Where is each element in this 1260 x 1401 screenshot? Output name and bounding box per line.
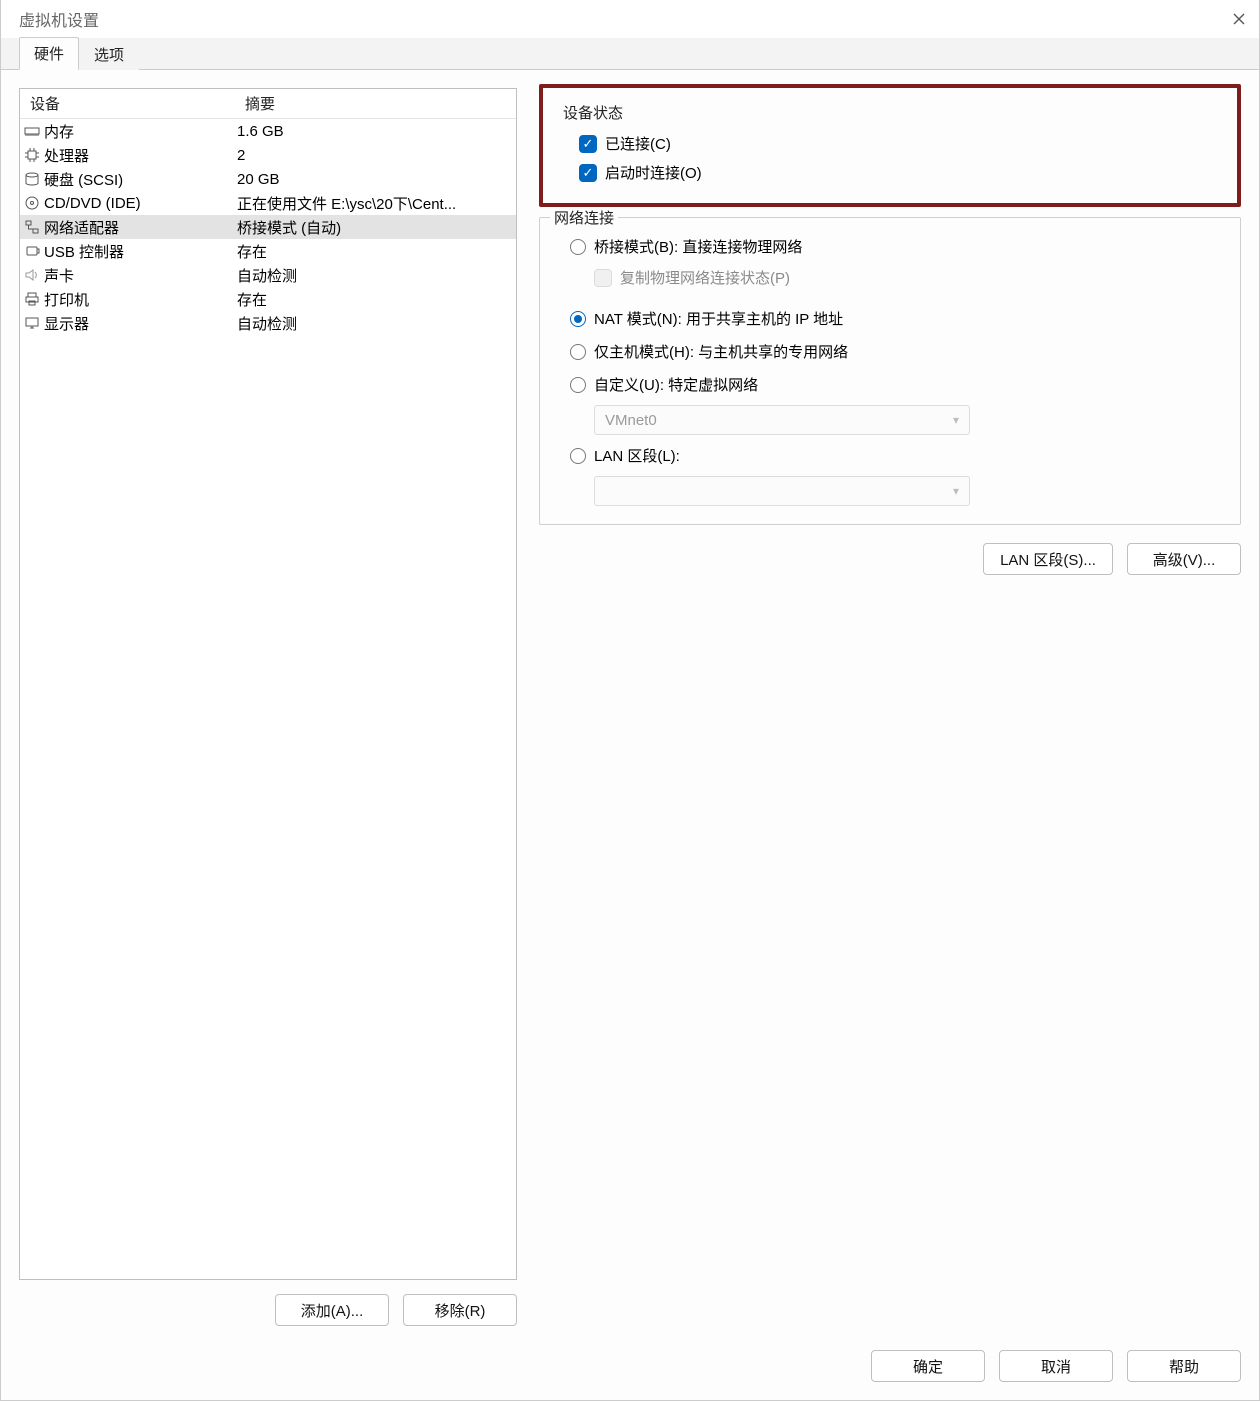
dialog-bottom-bar: 确定 取消 帮助 <box>1 1338 1259 1400</box>
lan-segments-button[interactable]: LAN 区段(S)... <box>983 543 1113 575</box>
sound-icon <box>20 267 44 283</box>
device-row[interactable]: 显示器自动检测 <box>20 311 516 335</box>
vm-settings-window: 虚拟机设置 硬件 选项 设备 摘要 内存1.6 GB处理器2硬盘 (SCSI)2… <box>0 0 1260 1401</box>
replicate-checkbox <box>594 269 612 287</box>
custom-radio[interactable] <box>570 377 586 393</box>
device-row[interactable]: 硬盘 (SCSI)20 GB <box>20 167 516 191</box>
device-summary: 20 GB <box>235 171 516 188</box>
cd-icon <box>20 195 44 211</box>
custom-label: 自定义(U): 特定虚拟网络 <box>594 374 758 395</box>
device-name: 硬盘 (SCSI) <box>44 169 235 190</box>
device-name: 网络适配器 <box>44 217 235 238</box>
disk-icon <box>20 171 44 187</box>
col-header-device[interactable]: 设备 <box>20 89 235 118</box>
cpu-icon <box>20 147 44 163</box>
device-table-header: 设备 摘要 <box>20 89 516 119</box>
device-row[interactable]: 内存1.6 GB <box>20 119 516 143</box>
device-name: 处理器 <box>44 145 235 166</box>
device-row[interactable]: CD/DVD (IDE)正在使用文件 E:\ysc\20下\Cent... <box>20 191 516 215</box>
custom-vnet-value: VMnet0 <box>605 412 657 429</box>
connect-at-poweron-label: 启动时连接(O) <box>605 162 702 183</box>
close-icon[interactable] <box>1225 5 1253 33</box>
device-summary: 存在 <box>235 241 516 262</box>
device-row[interactable]: USB 控制器存在 <box>20 239 516 263</box>
ok-button[interactable]: 确定 <box>871 1350 985 1382</box>
network-icon <box>20 219 44 235</box>
network-connection-legend: 网络连接 <box>550 207 618 228</box>
device-status-legend: 设备状态 <box>557 102 1223 129</box>
nat-label: NAT 模式(N): 用于共享主机的 IP 地址 <box>594 308 843 329</box>
device-name: 声卡 <box>44 265 235 286</box>
connected-label: 已连接(C) <box>605 133 671 154</box>
nat-radio[interactable] <box>570 311 586 327</box>
titlebar: 虚拟机设置 <box>1 0 1259 38</box>
device-name: 内存 <box>44 121 235 142</box>
memory-icon <box>20 123 44 139</box>
advanced-button[interactable]: 高级(V)... <box>1127 543 1241 575</box>
device-summary: 1.6 GB <box>235 123 516 140</box>
help-button[interactable]: 帮助 <box>1127 1350 1241 1382</box>
device-summary: 自动检测 <box>235 313 516 334</box>
device-summary: 正在使用文件 E:\ysc\20下\Cent... <box>235 193 516 214</box>
bridged-radio[interactable] <box>570 239 586 255</box>
hostonly-label: 仅主机模式(H): 与主机共享的专用网络 <box>594 341 848 362</box>
device-name: USB 控制器 <box>44 241 235 262</box>
connect-at-poweron-checkbox[interactable]: ✓ <box>579 164 597 182</box>
hostonly-radio[interactable] <box>570 344 586 360</box>
tab-hardware[interactable]: 硬件 <box>19 37 79 70</box>
custom-vnet-select: VMnet0 ▾ <box>594 405 970 435</box>
window-title: 虚拟机设置 <box>19 7 99 31</box>
remove-button[interactable]: 移除(R) <box>403 1294 517 1326</box>
lansegment-select: ▾ <box>594 476 970 506</box>
device-row[interactable]: 声卡自动检测 <box>20 263 516 287</box>
device-name: 打印机 <box>44 289 235 310</box>
replicate-label: 复制物理网络连接状态(P) <box>620 267 790 288</box>
network-connection-group: 网络连接 桥接模式(B): 直接连接物理网络 复制物理网络连接状态(P) NAT… <box>539 217 1241 525</box>
lansegment-label: LAN 区段(L): <box>594 445 680 466</box>
device-name: 显示器 <box>44 313 235 334</box>
chevron-down-icon: ▾ <box>953 484 959 498</box>
col-header-summary[interactable]: 摘要 <box>235 89 516 118</box>
device-summary: 桥接模式 (自动) <box>235 217 516 238</box>
tab-options[interactable]: 选项 <box>79 38 139 70</box>
device-row[interactable]: 打印机存在 <box>20 287 516 311</box>
device-row[interactable]: 网络适配器桥接模式 (自动) <box>20 215 516 239</box>
tabs: 硬件 选项 <box>1 38 1259 70</box>
device-status-group: 设备状态 ✓ 已连接(C) ✓ 启动时连接(O) <box>545 92 1235 197</box>
device-table: 设备 摘要 内存1.6 GB处理器2硬盘 (SCSI)20 GBCD/DVD (… <box>19 88 517 1280</box>
bridged-label: 桥接模式(B): 直接连接物理网络 <box>594 236 802 257</box>
connected-checkbox[interactable]: ✓ <box>579 135 597 153</box>
chevron-down-icon: ▾ <box>953 413 959 427</box>
printer-icon <box>20 291 44 307</box>
cancel-button[interactable]: 取消 <box>999 1350 1113 1382</box>
device-summary: 2 <box>235 147 516 164</box>
lansegment-radio[interactable] <box>570 448 586 464</box>
add-button[interactable]: 添加(A)... <box>275 1294 389 1326</box>
device-summary: 存在 <box>235 289 516 310</box>
device-summary: 自动检测 <box>235 265 516 286</box>
usb-icon <box>20 243 44 259</box>
device-name: CD/DVD (IDE) <box>44 195 235 212</box>
device-row[interactable]: 处理器2 <box>20 143 516 167</box>
device-status-highlight: 设备状态 ✓ 已连接(C) ✓ 启动时连接(O) <box>539 84 1241 207</box>
display-icon <box>20 315 44 331</box>
